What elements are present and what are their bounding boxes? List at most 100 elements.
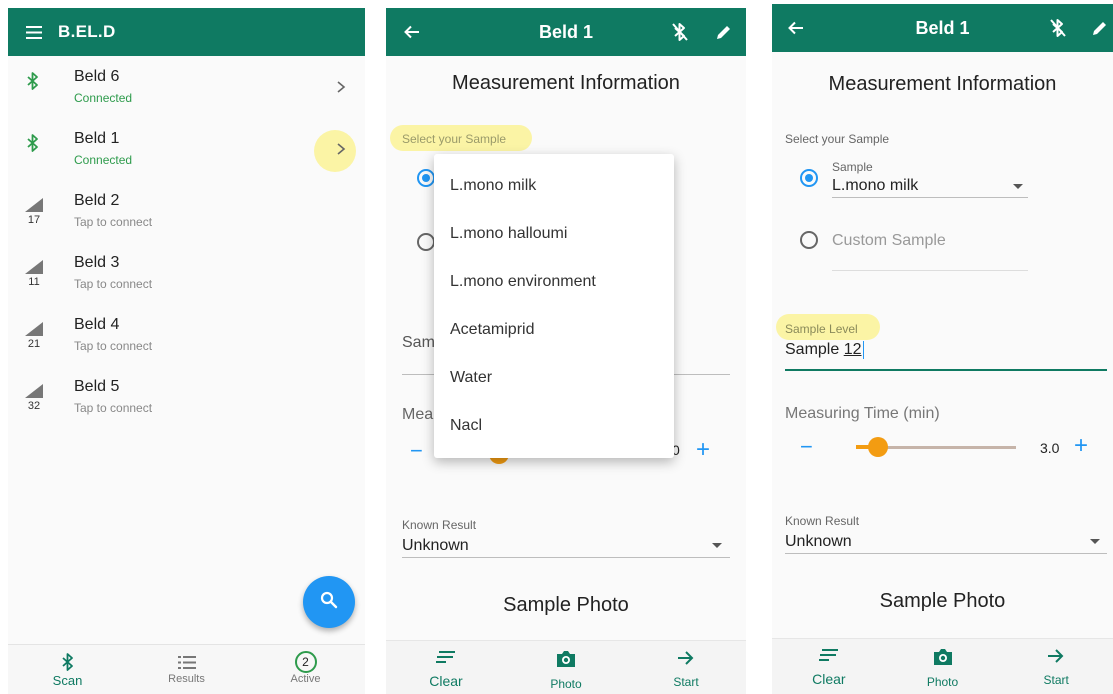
- camera-icon: [556, 650, 576, 673]
- photo-button[interactable]: Photo: [506, 641, 626, 694]
- device-row[interactable]: 17 Beld 2 Tap to connect: [8, 182, 365, 244]
- signal-value: 21: [27, 338, 41, 350]
- menu-item[interactable]: Nacl: [450, 417, 482, 435]
- device-name: Beld 5: [74, 378, 120, 395]
- known-result-underline: [402, 557, 730, 558]
- clear-label: Clear: [812, 671, 846, 687]
- screen-title: Beld 1: [538, 21, 594, 42]
- back-arrow-icon[interactable]: [784, 16, 808, 40]
- device-status: Tap to connect: [74, 339, 153, 353]
- bluetooth-icon: [24, 68, 44, 102]
- dropdown-arrow-icon[interactable]: [1013, 184, 1023, 189]
- chevron-right-icon[interactable]: [335, 142, 347, 156]
- custom-radio[interactable]: [800, 231, 818, 249]
- device-name: Beld 6: [74, 68, 120, 85]
- text-cursor: [862, 341, 864, 359]
- menu-item[interactable]: Acetamiprid: [450, 321, 534, 339]
- signal-value: 32: [27, 400, 41, 412]
- menu-item[interactable]: L.mono halloumi: [450, 225, 567, 243]
- bottom-navigation: Scan Results 2 Active: [8, 644, 365, 694]
- device-row[interactable]: Beld 6 Connected: [8, 58, 365, 120]
- sample-level-label: Sample Level: [785, 322, 858, 336]
- edit-pencil-icon[interactable]: [712, 20, 736, 44]
- bluetooth-disabled-icon[interactable]: [668, 20, 692, 44]
- sample-radio[interactable]: [800, 169, 818, 187]
- bluetooth-icon: [24, 130, 44, 164]
- photo-label: Photo: [550, 677, 582, 691]
- sample-level-number: 12: [843, 341, 862, 359]
- search-icon: [320, 591, 338, 614]
- list-icon: [177, 651, 196, 673]
- clear-icon: [818, 648, 839, 667]
- photo-button[interactable]: Photo: [886, 639, 1000, 694]
- custom-radio[interactable]: [417, 233, 435, 251]
- start-button[interactable]: Start: [626, 641, 746, 694]
- nav-results[interactable]: Results: [127, 645, 246, 694]
- edit-pencil-icon[interactable]: [1088, 16, 1112, 40]
- measuring-time-label: Measuring Time (min): [785, 405, 940, 422]
- slider-thumb[interactable]: [868, 437, 888, 457]
- start-button[interactable]: Start: [999, 639, 1113, 694]
- sample-level-underline: [785, 369, 1107, 371]
- app-bar: Beld 1: [772, 4, 1113, 52]
- custom-sample-field[interactable]: Custom Sample: [832, 232, 946, 250]
- sample-photo-heading: Sample Photo: [503, 594, 629, 616]
- dropdown-arrow-icon[interactable]: [712, 543, 722, 548]
- bluetooth-disabled-icon[interactable]: [1046, 16, 1070, 40]
- scan-search-button[interactable]: [303, 576, 355, 628]
- select-sample-label: Select your Sample: [402, 132, 507, 146]
- sample-level-input[interactable]: Sample 12: [785, 341, 864, 359]
- back-arrow-icon[interactable]: [400, 20, 424, 44]
- sample-underline: [832, 197, 1028, 198]
- known-result-value[interactable]: Unknown: [402, 537, 469, 555]
- active-badge-wrap: 2: [294, 651, 317, 673]
- minus-icon[interactable]: −: [410, 438, 423, 464]
- clear-label: Clear: [429, 673, 463, 689]
- minus-icon[interactable]: −: [800, 434, 813, 460]
- clear-icon: [436, 650, 456, 669]
- device-name: Beld 3: [74, 254, 120, 271]
- clear-button[interactable]: Clear: [386, 641, 506, 694]
- known-result-value[interactable]: Unknown: [785, 533, 852, 551]
- device-name: Beld 2: [74, 192, 120, 209]
- device-row[interactable]: 21 Beld 4 Tap to connect: [8, 306, 365, 368]
- signal-value: 17: [27, 214, 41, 226]
- nav-scan-label: Scan: [52, 673, 83, 688]
- clear-button[interactable]: Clear: [772, 639, 886, 694]
- measuring-time-slider[interactable]: [856, 437, 1016, 457]
- menu-item[interactable]: L.mono environment: [450, 273, 596, 291]
- nav-active[interactable]: 2 Active: [246, 645, 365, 694]
- app-title: B.EL.D: [58, 22, 116, 41]
- dropdown-arrow-icon[interactable]: [1090, 539, 1100, 544]
- device-status: Tap to connect: [74, 401, 153, 415]
- device-status: Tap to connect: [74, 277, 153, 291]
- menu-item[interactable]: L.mono milk: [450, 177, 536, 195]
- custom-sample-underline: [832, 270, 1028, 271]
- camera-icon: [933, 648, 953, 671]
- device-status: Tap to connect: [74, 215, 153, 229]
- sample-dropdown-menu: L.mono milk L.mono halloumi L.mono envir…: [434, 154, 674, 458]
- plus-icon[interactable]: +: [696, 436, 710, 464]
- sample-value[interactable]: L.mono milk: [832, 177, 918, 195]
- device-row[interactable]: 32 Beld 5 Tap to connect: [8, 368, 365, 430]
- known-result-label: Known Result: [785, 514, 860, 528]
- device-status: Connected: [74, 91, 133, 105]
- signal-icon: 21: [24, 316, 44, 350]
- bottom-toolbar: Clear Photo Start: [772, 638, 1113, 694]
- nav-active-label: Active: [290, 673, 321, 685]
- device-row[interactable]: Beld 1 Connected: [8, 120, 365, 182]
- start-label: Start: [1043, 673, 1069, 687]
- hamburger-icon[interactable]: [26, 25, 42, 39]
- chevron-right-icon[interactable]: [335, 80, 347, 94]
- measurement-screen-filled: Beld 1 Measurement Information Select yo…: [772, 4, 1113, 694]
- signal-icon: 17: [24, 192, 44, 226]
- menu-item[interactable]: Water: [450, 369, 492, 387]
- sample-level-label: Sam: [402, 334, 435, 351]
- active-count-badge: 2: [294, 651, 317, 673]
- device-row[interactable]: 11 Beld 3 Tap to connect: [8, 244, 365, 306]
- plus-icon[interactable]: +: [1074, 432, 1088, 460]
- select-sample-label: Select your Sample: [785, 132, 890, 146]
- section-heading: Measurement Information: [828, 73, 1057, 95]
- sample-radio[interactable]: [417, 169, 435, 187]
- nav-scan[interactable]: Scan: [8, 645, 127, 694]
